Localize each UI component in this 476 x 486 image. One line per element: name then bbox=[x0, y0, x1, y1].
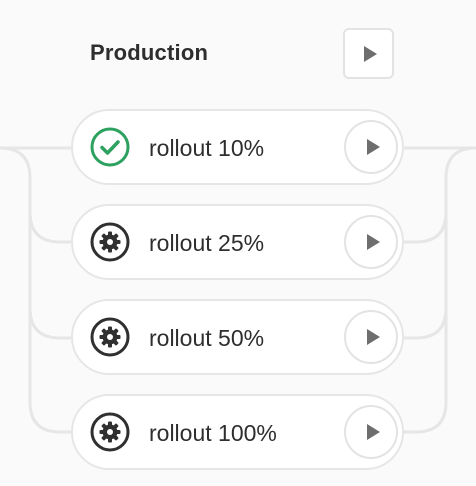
job-play-button[interactable] bbox=[344, 120, 398, 174]
pipeline-stage: Production rollout 10% rollout 25% rollo… bbox=[0, 0, 476, 486]
stage-play-button[interactable] bbox=[343, 28, 394, 79]
play-icon bbox=[366, 329, 380, 345]
job-play-button[interactable] bbox=[344, 310, 398, 364]
play-icon bbox=[366, 234, 380, 250]
gear-icon bbox=[90, 317, 130, 357]
job-rollout-25[interactable]: rollout 25% bbox=[71, 204, 404, 280]
job-label: rollout 10% bbox=[149, 135, 265, 161]
connector-out-branch bbox=[404, 146, 476, 434]
stage-title: Production bbox=[90, 40, 209, 65]
job-play-button[interactable] bbox=[344, 215, 398, 269]
job-label: rollout 100% bbox=[149, 420, 277, 446]
check-circle-icon bbox=[90, 127, 130, 167]
job-play-button[interactable] bbox=[344, 405, 398, 459]
job-rollout-50[interactable]: rollout 50% bbox=[71, 299, 404, 375]
connector-out-job-2 bbox=[404, 211, 448, 244]
job-label: rollout 50% bbox=[149, 325, 265, 351]
play-icon bbox=[366, 139, 380, 155]
play-icon bbox=[366, 424, 380, 440]
job-rollout-10[interactable]: rollout 10% bbox=[71, 109, 404, 185]
gear-icon bbox=[90, 412, 130, 452]
play-icon bbox=[364, 45, 377, 62]
connector-in-branch bbox=[0, 146, 71, 434]
job-label: rollout 25% bbox=[149, 230, 265, 256]
connector-out-job-3 bbox=[404, 307, 448, 340]
connector-in-job-2 bbox=[28, 211, 71, 244]
gear-icon bbox=[90, 222, 130, 262]
connector-in-job-3 bbox=[28, 307, 71, 340]
job-rollout-100[interactable]: rollout 100% bbox=[71, 394, 404, 470]
